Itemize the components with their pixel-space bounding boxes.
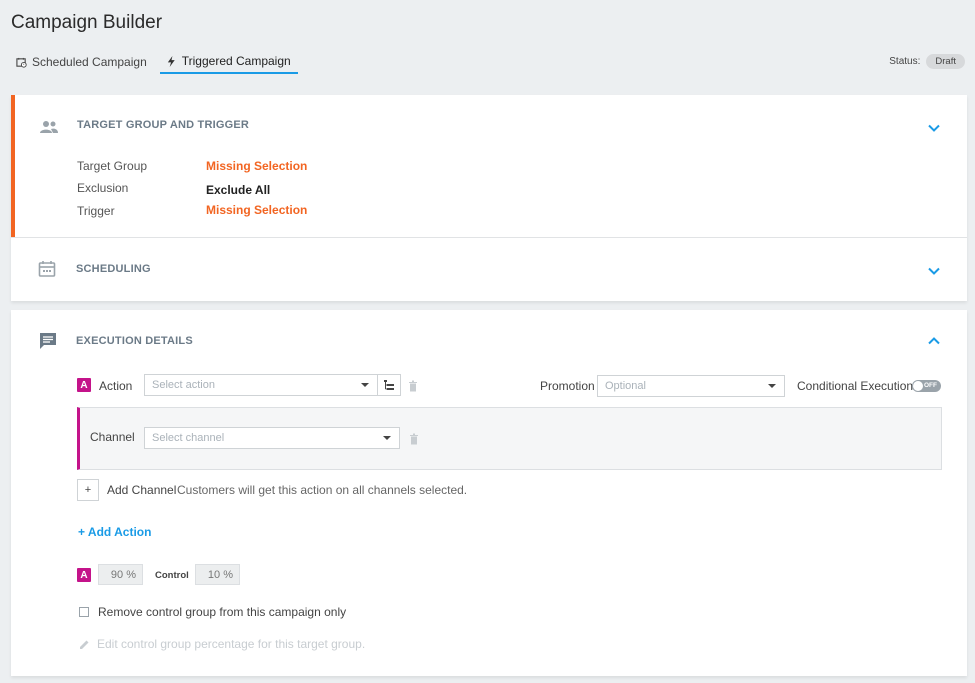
channel-select[interactable]: Select channel xyxy=(144,427,400,449)
trigger-value[interactable]: Missing Selection xyxy=(206,203,307,217)
chevron-up-icon[interactable] xyxy=(927,334,941,348)
add-channel-button[interactable]: + xyxy=(77,479,99,501)
tab-label: Triggered Campaign xyxy=(181,54,291,68)
caret-down-icon xyxy=(768,384,776,388)
campaign-type-tabs: Scheduled Campaign Triggered Campaign xyxy=(14,50,298,74)
add-action-link[interactable]: + Add Action xyxy=(78,525,151,539)
status-badge: Draft xyxy=(926,54,965,69)
trash-icon[interactable] xyxy=(409,433,419,445)
hierarchy-icon xyxy=(384,380,394,390)
calendar-icon xyxy=(38,261,56,277)
variant-a-badge: A xyxy=(77,378,91,392)
control-label: Control xyxy=(155,570,189,581)
remove-control-label: Remove control group from this campaign … xyxy=(98,605,347,619)
target-group-section: TARGET GROUP AND TRIGGER Target Group Mi… xyxy=(11,95,967,237)
toggle-state: OFF xyxy=(924,382,937,389)
variant-a-badge: A xyxy=(77,568,91,582)
status: Status: Draft xyxy=(889,54,965,69)
promotion-select[interactable]: Optional xyxy=(597,375,785,397)
page-title: Campaign Builder xyxy=(11,12,163,33)
action-label: Action xyxy=(99,379,133,393)
targeting-card: TARGET GROUP AND TRIGGER Target Group Mi… xyxy=(11,95,967,301)
trigger-label: Trigger xyxy=(77,204,115,218)
target-group-value[interactable]: Missing Selection xyxy=(206,159,307,173)
execution-details-card: EXECUTION DETAILS A Action Select action… xyxy=(11,310,967,676)
control-percent[interactable]: 10 % xyxy=(195,564,240,585)
caret-down-icon xyxy=(383,436,391,440)
message-icon xyxy=(40,333,56,349)
chevron-down-icon[interactable] xyxy=(927,121,941,135)
channel-panel: Channel Select channel xyxy=(77,407,942,470)
promotion-label: Promotion xyxy=(540,379,595,393)
add-channel-hint: Customers will get this action on all ch… xyxy=(177,483,468,497)
scheduling-section[interactable]: SCHEDULING xyxy=(11,237,967,301)
people-icon xyxy=(40,121,58,133)
hierarchy-button[interactable] xyxy=(377,374,401,396)
add-channel-label[interactable]: Add Channel xyxy=(107,483,176,497)
exclusion-label: Exclusion xyxy=(77,181,129,195)
remove-control-checkbox[interactable] xyxy=(79,607,89,617)
action-select[interactable]: Select action xyxy=(144,374,378,396)
tab-label: Scheduled Campaign xyxy=(32,55,147,69)
lightning-icon xyxy=(167,55,175,67)
pencil-icon xyxy=(80,640,89,649)
channel-select-placeholder: Select channel xyxy=(152,432,225,444)
variant-a-percent[interactable]: 90 % xyxy=(98,564,143,585)
exclusion-value[interactable]: Exclude All xyxy=(206,183,270,197)
edit-control-link[interactable]: Edit control group percentage for this t… xyxy=(97,637,365,651)
chevron-down-icon[interactable] xyxy=(927,264,941,278)
status-label: Status: xyxy=(889,56,921,67)
section-title: SCHEDULING xyxy=(76,263,151,275)
channel-label: Channel xyxy=(90,430,135,444)
section-title: EXECUTION DETAILS xyxy=(76,335,193,347)
target-group-label: Target Group xyxy=(77,159,148,173)
toggle-knob xyxy=(913,381,923,391)
plus-icon: + xyxy=(84,484,92,496)
trash-icon[interactable] xyxy=(408,380,418,392)
tab-triggered-campaign[interactable]: Triggered Campaign xyxy=(159,50,298,74)
tab-scheduled-campaign[interactable]: Scheduled Campaign xyxy=(14,50,154,74)
conditional-execution-toggle[interactable]: OFF xyxy=(912,380,941,392)
caret-down-icon xyxy=(361,383,369,387)
conditional-execution-label: Conditional Execution xyxy=(797,379,914,393)
action-select-placeholder: Select action xyxy=(152,379,215,391)
section-title: TARGET GROUP AND TRIGGER xyxy=(77,119,250,131)
calendar-clock-icon xyxy=(16,57,27,68)
promotion-select-placeholder: Optional xyxy=(605,380,646,392)
